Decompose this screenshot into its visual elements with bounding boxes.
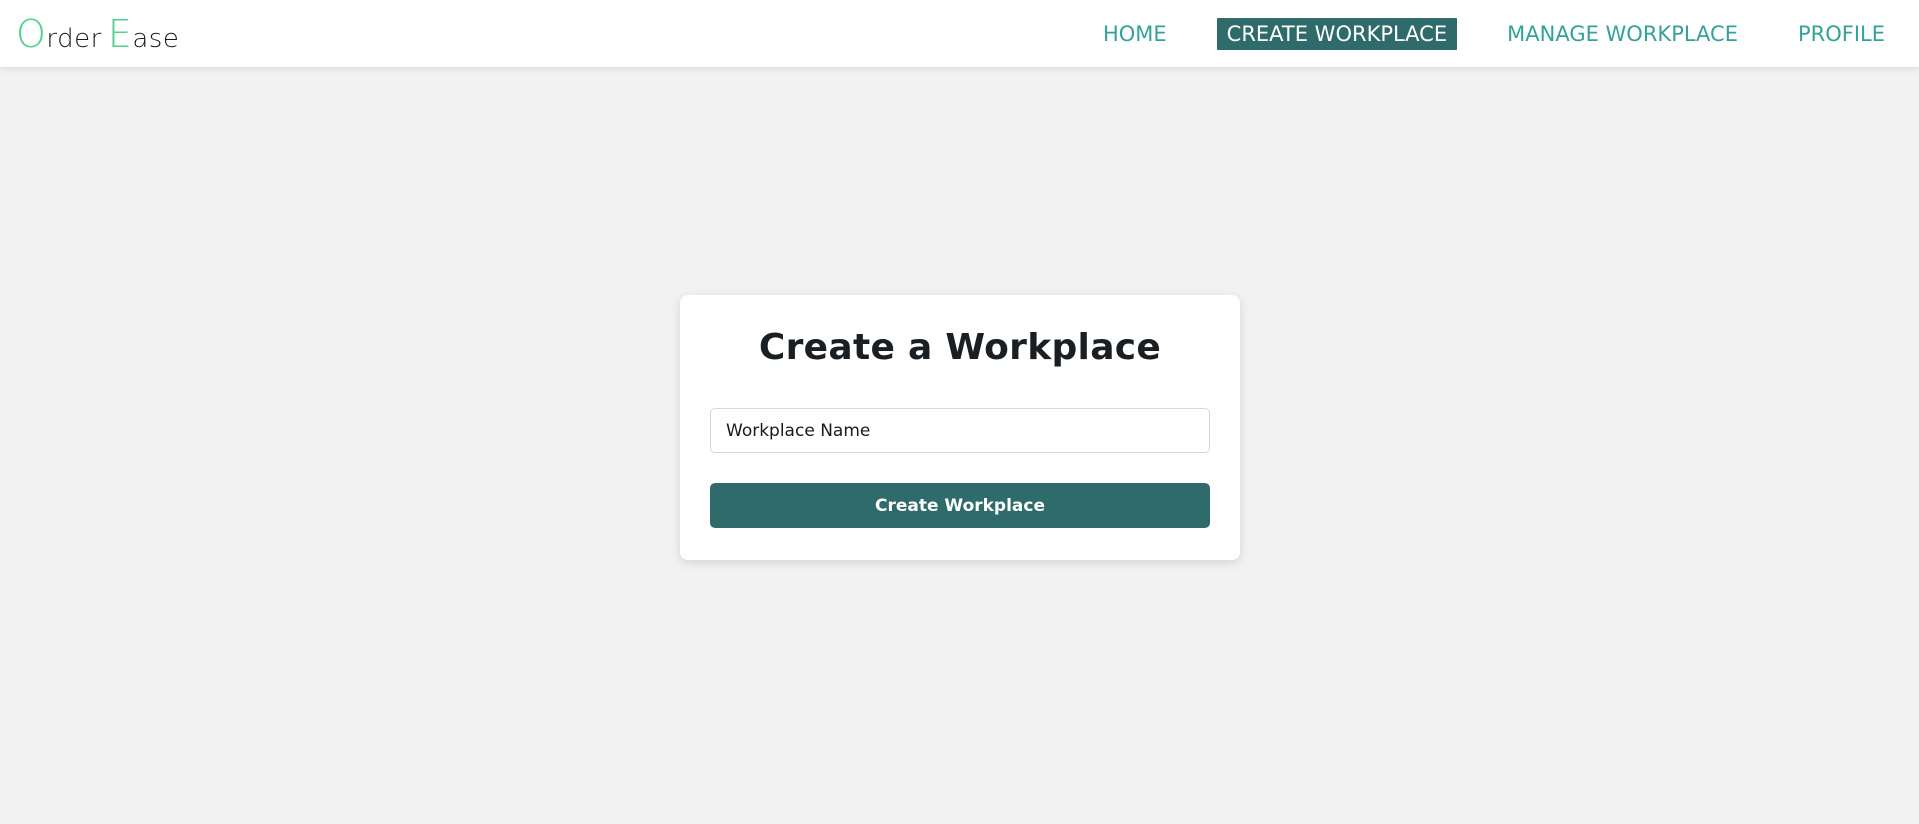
page-title: Create a Workplace [758,327,1162,368]
logo-text-ase: ase [132,23,180,54]
nav-create-workplace[interactable]: CREATE WORKPLACE [1216,17,1458,50]
workplace-name-input[interactable] [710,408,1210,453]
logo-letter-o: O [16,11,47,56]
app-logo[interactable]: O rder E ase [16,15,179,53]
logo-text-rder: rder [46,23,102,54]
nav-manage-workplace[interactable]: MANAGE WORKPLACE [1497,18,1748,50]
create-workplace-card: Create a Workplace Create Workplace [680,295,1240,560]
nav-home[interactable]: HOME [1093,18,1177,50]
main-nav: HOME CREATE WORKPLACE MANAGE WORKPLACE P… [1053,17,1895,50]
create-workplace-button[interactable]: Create Workplace [710,483,1210,528]
nav-profile[interactable]: PROFILE [1788,18,1895,50]
logo-letter-e: E [107,11,133,56]
top-navbar: O rder E ase HOME CREATE WORKPLACE MANAG… [0,0,1919,67]
